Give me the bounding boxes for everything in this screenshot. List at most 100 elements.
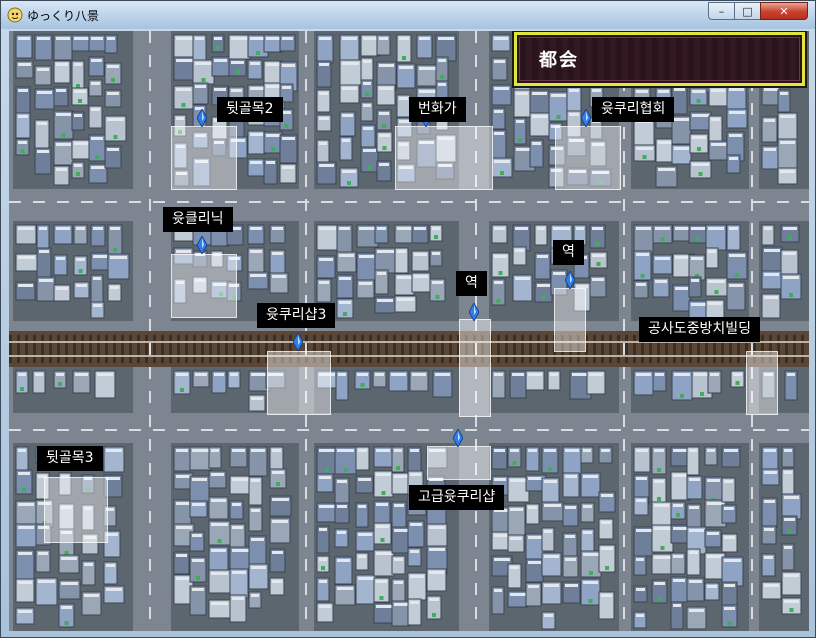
road-marking — [801, 201, 809, 203]
tree — [343, 468, 348, 472]
building-roof — [84, 594, 99, 597]
road-marking — [9, 201, 21, 203]
building-roof — [729, 157, 738, 160]
location-label-back-alley-3[interactable]: 뒷골목3 — [37, 446, 103, 471]
rail-sleeper — [625, 335, 628, 363]
building-roof — [528, 506, 537, 509]
building-roof — [37, 150, 49, 153]
building-roof — [692, 163, 709, 166]
location-marker-station-center[interactable] — [469, 303, 479, 321]
tree — [696, 99, 701, 103]
building-roof — [544, 449, 556, 452]
building-roof — [76, 227, 85, 230]
road-marking — [149, 127, 151, 139]
maximize-button[interactable]: □ — [734, 2, 761, 20]
building-roof — [410, 449, 419, 452]
location-marker-yukkuri-shop-3[interactable] — [293, 333, 303, 351]
building-roof — [764, 273, 779, 276]
building-roof — [37, 68, 49, 71]
road-marking — [751, 151, 753, 163]
building-roof — [414, 227, 426, 230]
location-label-yukkuri-shop-3[interactable]: 윳쿠리샵3 — [257, 303, 336, 328]
building-roof — [654, 556, 671, 559]
road-marking — [751, 487, 753, 499]
rail-sleeper — [377, 335, 380, 363]
building-roof — [764, 471, 777, 474]
building-roof — [510, 537, 522, 540]
building-roof — [376, 525, 389, 528]
road-marking — [441, 201, 453, 203]
location-label-yukkuri-clinic[interactable]: 윳클리닉 — [163, 207, 233, 232]
building-roof — [532, 142, 541, 145]
building-roof — [176, 502, 189, 505]
location-label-station-north[interactable]: 역 — [553, 240, 584, 265]
location-marker-yukkuri-association[interactable] — [581, 109, 591, 127]
minimize-button[interactable]: – — [708, 2, 735, 20]
building-roof — [510, 449, 519, 452]
title-bar[interactable]: ゆっくり八景 – □ ✕ — [1, 1, 815, 29]
rail-sleeper — [257, 335, 260, 363]
tree — [276, 482, 280, 486]
location-marker-yukkuri-clinic[interactable] — [197, 236, 207, 254]
building-roof — [251, 479, 260, 482]
building-roof — [707, 449, 715, 452]
building-roof — [376, 503, 388, 506]
location-label-downtown[interactable]: 번화가 — [409, 97, 466, 122]
road-marking — [751, 103, 753, 115]
tree — [680, 394, 684, 398]
building-roof — [592, 254, 605, 257]
road-marking — [623, 607, 625, 619]
building-roof — [532, 92, 547, 95]
maximize-icon: □ — [742, 4, 753, 18]
road-marking — [475, 511, 477, 523]
location-label-station-center[interactable]: 역 — [456, 271, 487, 296]
building-roof — [724, 559, 741, 562]
location-label-premium-yukkuri-shop[interactable]: 고급윳쿠리샵 — [409, 485, 505, 510]
road-marking — [33, 429, 45, 431]
tree — [434, 235, 438, 239]
location-label-construction-building[interactable]: 공사도중방치빌딩 — [639, 317, 761, 342]
rail-sleeper — [497, 335, 500, 363]
building-roof — [214, 373, 224, 376]
close-button[interactable]: ✕ — [760, 2, 808, 20]
road-marking — [149, 79, 151, 91]
building-roof — [319, 164, 334, 167]
road-marking — [149, 487, 151, 499]
building-roof — [56, 257, 65, 260]
building-roof — [419, 67, 436, 70]
location-marker-premium-yukkuri-shop[interactable] — [453, 429, 463, 447]
tree — [605, 566, 609, 570]
building-roof — [432, 227, 440, 230]
tree — [657, 468, 661, 472]
road-marking — [393, 429, 405, 431]
building-roof — [689, 506, 699, 509]
rail-sleeper — [65, 335, 68, 363]
building-roof — [494, 37, 508, 40]
rail-sleeper — [129, 335, 132, 363]
building-roof — [192, 588, 204, 591]
building-roof — [689, 529, 704, 532]
tree — [111, 78, 115, 82]
road-marking — [57, 201, 69, 203]
building-roof — [192, 534, 202, 537]
building-roof — [56, 63, 68, 66]
building-roof — [673, 449, 687, 452]
building-roof — [394, 475, 409, 478]
building-roof — [494, 160, 510, 163]
location-label-yukkuri-association[interactable]: 윳쿠리협회 — [592, 97, 675, 122]
tree — [379, 596, 384, 600]
building-roof — [784, 449, 792, 452]
building-roof — [337, 480, 347, 483]
location-marker-station-north[interactable] — [565, 271, 575, 289]
building-roof — [494, 449, 505, 452]
building-roof — [359, 227, 376, 230]
building-roof — [438, 37, 454, 40]
building-roof — [689, 478, 700, 481]
location-marker-back-alley-2[interactable] — [197, 109, 207, 127]
location-label-back-alley-2[interactable]: 뒷골목2 — [217, 97, 283, 122]
rail-sleeper — [361, 335, 364, 363]
rail-sleeper — [81, 335, 84, 363]
game-screen[interactable]: 都会 뒷골목2 번화가 윳쿠리협회 윳클리닉 역 역 윳쿠리샵3 공사도중방치빌… — [9, 31, 809, 631]
tree — [596, 262, 601, 266]
building-roof — [106, 588, 122, 591]
